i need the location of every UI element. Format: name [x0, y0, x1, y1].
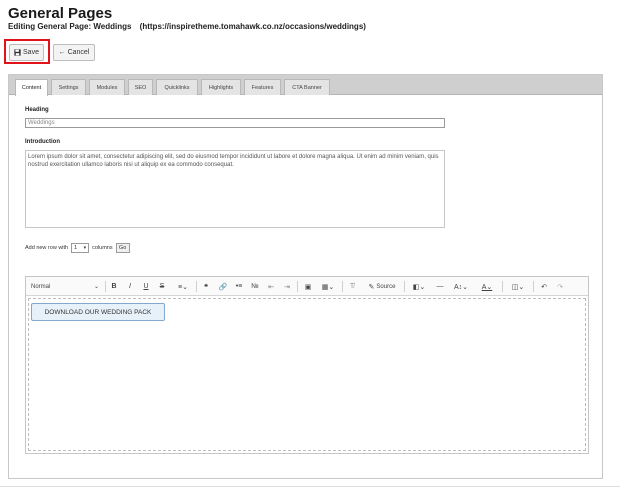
- font-color-icon[interactable]: A⌄: [477, 281, 497, 292]
- add-row-prefix: Add new row with: [25, 245, 69, 251]
- toolbar-separator: [404, 281, 405, 292]
- cancel-label: Cancel: [67, 49, 90, 56]
- source-icon: ✎: [368, 283, 375, 291]
- tab-content[interactable]: Content: [15, 79, 48, 96]
- add-row-control: Add new row with 1 ▾ columns Go: [25, 243, 130, 253]
- page-title: General Pages: [8, 5, 113, 22]
- underline-button[interactable]: U: [141, 281, 151, 292]
- download-wedding-pack-button[interactable]: DOWNLOAD OUR WEDDING PACK: [31, 303, 165, 321]
- heading-label: Heading: [25, 107, 49, 113]
- strikethrough-button[interactable]: S: [157, 281, 167, 292]
- bulleted-list-icon[interactable]: •≡: [233, 281, 245, 292]
- bold-button[interactable]: B: [109, 281, 119, 292]
- table-icon[interactable]: ▦⌄: [318, 281, 338, 292]
- tab-cta-banner[interactable]: CTA Banner: [284, 79, 330, 95]
- toolbar-separator: [196, 281, 197, 292]
- columns-value: 1: [74, 245, 78, 251]
- chevron-down-icon: ⌄: [93, 284, 99, 290]
- redo-icon[interactable]: ↷: [554, 281, 566, 292]
- columns-select[interactable]: 1 ▾: [71, 243, 90, 253]
- tab-quicklinks[interactable]: Quicklinks: [156, 79, 198, 95]
- introduction-label: Introduction: [25, 139, 60, 145]
- align-icon[interactable]: ≡⌄: [174, 281, 192, 292]
- toolbar-separator: [297, 281, 298, 292]
- link-icon[interactable]: 🔗: [217, 281, 229, 292]
- tab-modules[interactable]: Modules: [89, 79, 125, 95]
- go-button[interactable]: Go: [115, 243, 130, 253]
- layout-icon[interactable]: ◫⌄: [507, 281, 529, 292]
- image-icon[interactable]: ▣: [302, 281, 314, 292]
- horizontal-line-icon[interactable]: —: [434, 281, 446, 292]
- toolbar-separator: [502, 281, 503, 292]
- add-row-suffix: columns: [92, 245, 113, 251]
- italic-button[interactable]: I: [125, 281, 135, 292]
- arrow-left-icon: ←: [58, 49, 66, 56]
- font-size-icon[interactable]: A↕⌄: [450, 281, 472, 292]
- indent-icon[interactable]: ⇥: [281, 281, 293, 292]
- cancel-button[interactable]: ← Cancel: [53, 44, 95, 61]
- chevron-down-icon: ▾: [83, 245, 87, 251]
- source-label: Source: [376, 283, 396, 290]
- tab-bar: Content Settings Modules SEO Quicklinks …: [9, 75, 602, 96]
- editor-content-area[interactable]: DOWNLOAD OUR WEDDING PACK: [28, 298, 586, 451]
- tab-settings[interactable]: Settings: [51, 79, 86, 95]
- subtitle-url: (https://inspiretheme.tomahawk.co.nz/occ…: [139, 22, 366, 31]
- blockquote-icon[interactable]: ❝: [200, 281, 212, 292]
- page-subtitle: Editing General Page: Weddings (https://…: [8, 22, 366, 31]
- toolbar-separator: [105, 281, 106, 292]
- toolbar-separator: [342, 281, 343, 292]
- toolbar-separator: [533, 281, 534, 292]
- tab-highlights[interactable]: Highlights: [201, 79, 241, 95]
- heading-input[interactable]: Weddings: [25, 118, 445, 128]
- subtitle-text: Editing General Page: Weddings: [8, 22, 132, 31]
- save-button[interactable]: Save: [9, 44, 44, 61]
- remove-format-icon[interactable]: T̸: [346, 281, 358, 292]
- edit-panel: Content Settings Modules SEO Quicklinks …: [8, 74, 603, 479]
- tab-seo[interactable]: SEO: [128, 79, 153, 95]
- format-select-value: Normal: [31, 283, 51, 290]
- tab-features[interactable]: Features: [244, 79, 281, 95]
- insert-block-icon[interactable]: ◧⌄: [409, 281, 429, 292]
- undo-icon[interactable]: ↶: [538, 281, 550, 292]
- floppy-disk-icon: [14, 49, 21, 56]
- format-select[interactable]: Normal ⌄: [29, 281, 101, 292]
- source-button[interactable]: ✎ Source: [363, 281, 401, 292]
- rich-text-editor: Normal ⌄ B I U S ≡⌄ ❝ 🔗 •≡ № ⇤ ⇥ ▣ ▦⌄ T̸…: [25, 276, 589, 454]
- outdent-icon[interactable]: ⇤: [265, 281, 277, 292]
- numbered-list-icon[interactable]: №: [249, 281, 261, 292]
- save-label: Save: [23, 49, 39, 56]
- editor-toolbar: Normal ⌄ B I U S ≡⌄ ❝ 🔗 •≡ № ⇤ ⇥ ▣ ▦⌄ T̸…: [26, 277, 588, 296]
- introduction-textarea[interactable]: Lorem ipsum dolor sit amet, consectetur …: [25, 150, 445, 228]
